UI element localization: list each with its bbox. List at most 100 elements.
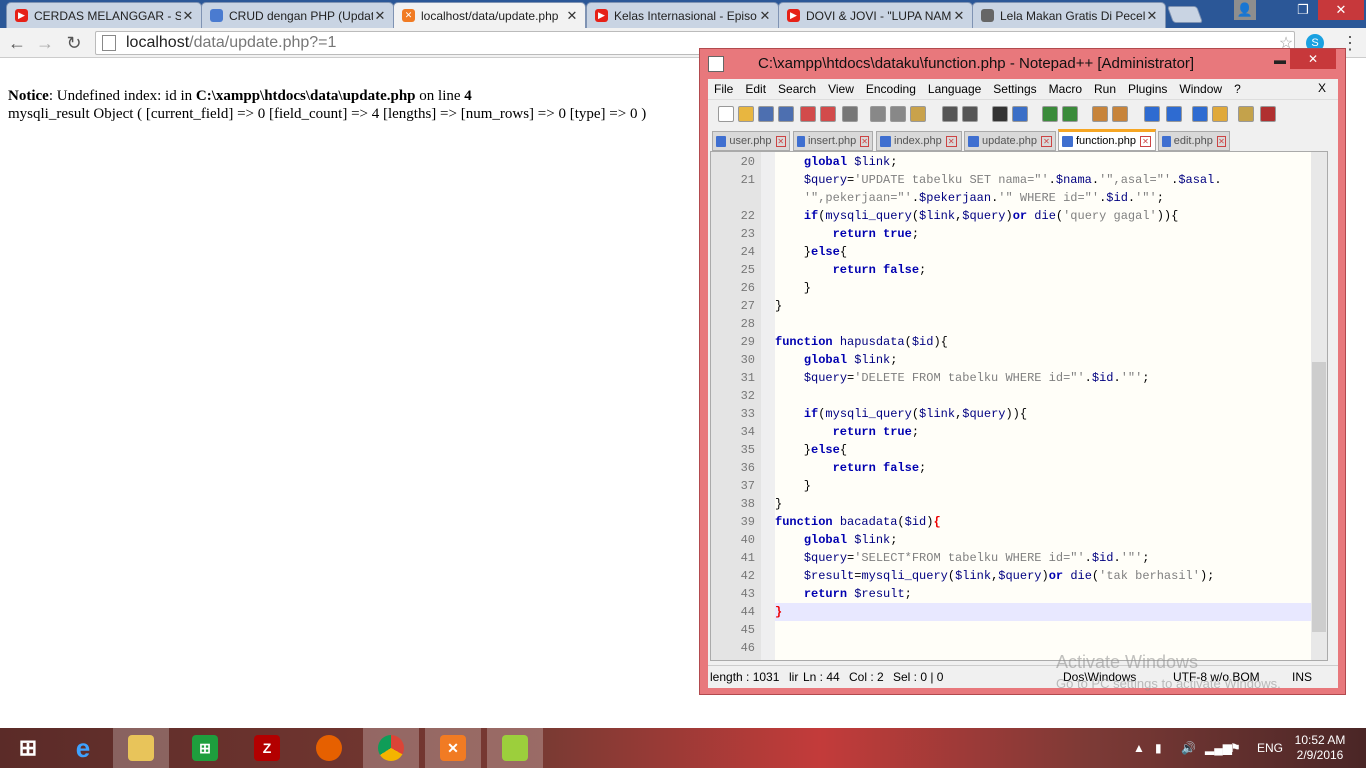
browser-tab-active[interactable]: ✕ localhost/data/update.php ✕ [393, 2, 586, 28]
find-icon[interactable] [992, 106, 1008, 122]
taskbar-notepadpp[interactable] [487, 728, 543, 768]
close-tab-icon[interactable]: ✕ [775, 135, 786, 147]
browser-tab[interactable]: Lela Makan Gratis Di Pecel ✕ [972, 2, 1166, 28]
save-all-icon[interactable] [778, 106, 794, 122]
cut-icon[interactable] [870, 106, 886, 122]
power-icon[interactable]: ▮ [1155, 728, 1162, 768]
taskbar-explorer[interactable] [113, 728, 169, 768]
code-editor[interactable]: 20 global $link; 21 $query='UPDATE tabel… [710, 151, 1328, 661]
taskbar-ie[interactable]: e [55, 728, 111, 768]
code-line: 33 if(mysqli_query($link,$query)){ [740, 407, 1028, 421]
menu-item-search[interactable]: Search [772, 82, 822, 96]
doc-map-icon[interactable] [1212, 106, 1228, 122]
taskbar-firefox[interactable] [301, 728, 357, 768]
menu-item-settings[interactable]: Settings [987, 82, 1042, 96]
sync-h-icon[interactable] [1112, 106, 1128, 122]
file-tab-update[interactable]: update.php ✕ [964, 131, 1056, 151]
new-tab-button[interactable] [1166, 6, 1204, 23]
close-tab-icon[interactable]: ✕ [758, 8, 772, 24]
redo-icon[interactable] [962, 106, 978, 122]
menu-item-edit[interactable]: Edit [739, 82, 772, 96]
taskbar-store[interactable]: ⊞ [177, 728, 233, 768]
vertical-scrollbar[interactable] [1311, 152, 1327, 660]
menu-item-language[interactable]: Language [922, 82, 987, 96]
code-line: 36 return false; [740, 461, 927, 475]
close-tab-icon[interactable]: ✕ [945, 135, 957, 147]
file-tab-index[interactable]: index.php ✕ [876, 131, 962, 151]
reload-icon[interactable]: ↻ [62, 32, 86, 54]
menu-item-run[interactable]: Run [1088, 82, 1122, 96]
function-list-icon[interactable] [1238, 106, 1254, 122]
browser-tab[interactable]: ▶ Kelas Internasional - Episo ✕ [586, 2, 779, 28]
undo-icon[interactable] [942, 106, 958, 122]
start-button[interactable]: ⊞ [0, 728, 56, 768]
replace-icon[interactable] [1012, 106, 1028, 122]
close-tab-icon[interactable]: ✕ [1041, 135, 1052, 147]
close-tab-icon[interactable]: ✕ [181, 8, 195, 24]
paste-icon[interactable] [910, 106, 926, 122]
show-all-chars-icon[interactable] [1166, 106, 1182, 122]
menu-item-macro[interactable]: Macro [1043, 82, 1088, 96]
menu-item-plugins[interactable]: Plugins [1122, 82, 1173, 96]
file-tab-insert[interactable]: insert.php ✕ [793, 131, 873, 151]
back-icon[interactable]: ← [5, 32, 29, 54]
copy-icon[interactable] [890, 106, 906, 122]
user-icon[interactable]: 👤 [1234, 0, 1256, 20]
file-tab-edit[interactable]: edit.php ✕ [1158, 131, 1230, 151]
close-tab-icon[interactable]: ✕ [952, 8, 966, 24]
wrap-icon[interactable] [1144, 106, 1160, 122]
taskbar-filezilla[interactable]: Z [239, 728, 295, 768]
menu-item-view[interactable]: View [822, 82, 860, 96]
language-indicator[interactable]: ENG [1257, 728, 1283, 768]
close-tab-icon[interactable]: ✕ [860, 135, 869, 147]
browser-tab[interactable]: ▶ CERDAS MELANGGAR - St ✕ [6, 2, 202, 28]
npp-body: File Edit Search View Encoding Language Settin… [708, 79, 1338, 688]
close-tab-icon[interactable]: ✕ [1145, 8, 1159, 24]
network-icon[interactable]: ▂▄▆ [1205, 728, 1232, 768]
close-all-icon[interactable] [820, 106, 836, 122]
indent-guide-icon[interactable] [1192, 106, 1208, 122]
save-icon[interactable] [758, 106, 774, 122]
close-icon[interactable] [800, 106, 816, 122]
clock[interactable]: 10:52 AM 2/9/2016 [1290, 733, 1350, 763]
print-icon[interactable] [842, 106, 858, 122]
save-icon [716, 135, 727, 147]
taskbar-xampp[interactable]: ✕ [425, 728, 481, 768]
close-tab-icon[interactable]: ✕ [1216, 135, 1226, 147]
menu-item-encoding[interactable]: Encoding [860, 82, 922, 96]
zoom-out-icon[interactable] [1062, 106, 1078, 122]
zoom-in-icon[interactable] [1042, 106, 1058, 122]
close-window-icon[interactable]: ✕ [1290, 49, 1336, 69]
xampp-icon: ✕ [440, 735, 466, 761]
taskbar-chrome[interactable] [363, 728, 419, 768]
close-document-button[interactable]: X [1312, 81, 1332, 95]
close-tab-icon[interactable]: ✕ [1139, 135, 1151, 147]
file-tab-user[interactable]: user.php ✕ [712, 131, 790, 151]
minimize-icon[interactable]: ▬ [1272, 51, 1288, 69]
code-area[interactable]: 20 global $link; 21 $query='UPDATE tabel… [740, 153, 1315, 657]
menu-item-window[interactable]: Window [1173, 82, 1228, 96]
show-hidden-icons[interactable]: ▲ [1133, 728, 1145, 768]
close-tab-icon[interactable]: ✕ [565, 8, 579, 24]
restore-icon[interactable]: ❐ [1290, 0, 1316, 20]
scrollbar-thumb[interactable] [1312, 362, 1326, 632]
windows-logo-icon: ⊞ [18, 735, 38, 760]
forward-icon[interactable]: → [33, 32, 57, 54]
action-center-icon[interactable]: ⚑ [1230, 728, 1241, 768]
menu-item-help[interactable]: ? [1228, 82, 1247, 96]
code-line: 46 [740, 641, 755, 655]
browser-tab[interactable]: CRUD dengan PHP (Updat ✕ [201, 2, 394, 28]
menu-item-file[interactable]: File [708, 82, 739, 96]
new-file-icon[interactable] [718, 106, 734, 122]
file-tab-function[interactable]: function.php ✕ [1058, 129, 1156, 151]
macro-record-icon[interactable] [1260, 106, 1276, 122]
chrome-icon [378, 735, 404, 761]
code-line: 42 $result=mysqli_query($link,$query)or … [740, 569, 1215, 583]
code-line: 31 $query='DELETE FROM tabelku WHERE id=… [740, 371, 1150, 385]
sync-v-icon[interactable] [1092, 106, 1108, 122]
browser-tab[interactable]: ▶ DOVI & JOVI - "LUPA NAM ✕ [778, 2, 973, 28]
close-window-icon[interactable]: ✕ [1318, 0, 1364, 20]
volume-icon[interactable]: 🔊 [1181, 728, 1196, 768]
open-file-icon[interactable] [738, 106, 754, 122]
close-tab-icon[interactable]: ✕ [373, 8, 387, 24]
